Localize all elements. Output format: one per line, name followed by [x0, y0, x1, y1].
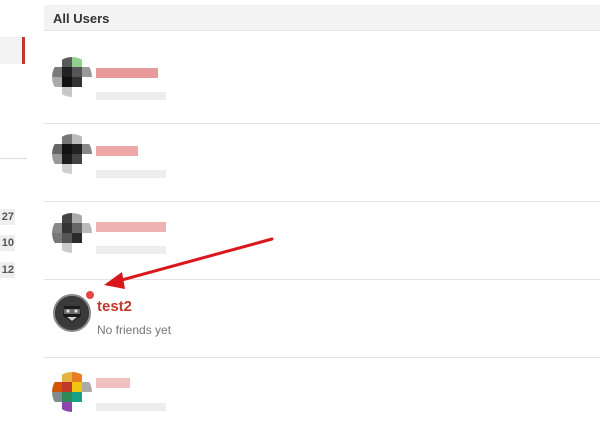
annotation-arrow-icon — [104, 237, 274, 289]
sidebar-count-badge: 12 — [0, 262, 15, 278]
row-divider — [44, 123, 600, 124]
sidebar: 27 10 12 — [0, 0, 27, 430]
sidebar-item-active[interactable] — [0, 37, 25, 64]
user-name-link[interactable]: test2 — [97, 298, 132, 315]
row-divider — [44, 201, 600, 202]
user-subtitle-redacted — [96, 246, 166, 254]
avatar — [52, 134, 92, 174]
panel-title: All Users — [53, 11, 110, 26]
user-friends-status: No friends yet — [97, 323, 172, 337]
user-subtitle-redacted — [96, 403, 166, 411]
panel-header: All Users — [44, 5, 600, 31]
avatar — [52, 57, 92, 97]
user-name-redacted — [96, 146, 138, 156]
row-divider — [44, 357, 600, 358]
sidebar-count-badge: 10 — [0, 235, 15, 251]
online-status-dot — [86, 291, 94, 299]
user-name-redacted — [96, 68, 158, 78]
avatar[interactable] — [53, 294, 91, 332]
user-subtitle-redacted — [96, 170, 166, 178]
row-divider — [44, 279, 600, 280]
avatar — [52, 372, 92, 412]
avatar — [52, 213, 92, 253]
sidebar-divider — [0, 158, 27, 159]
user-name-redacted — [96, 222, 166, 232]
sidebar-count-badge: 27 — [0, 209, 15, 225]
user-name-redacted — [96, 378, 130, 388]
user-subtitle-redacted — [96, 92, 166, 100]
user-avatar-image — [55, 296, 89, 330]
